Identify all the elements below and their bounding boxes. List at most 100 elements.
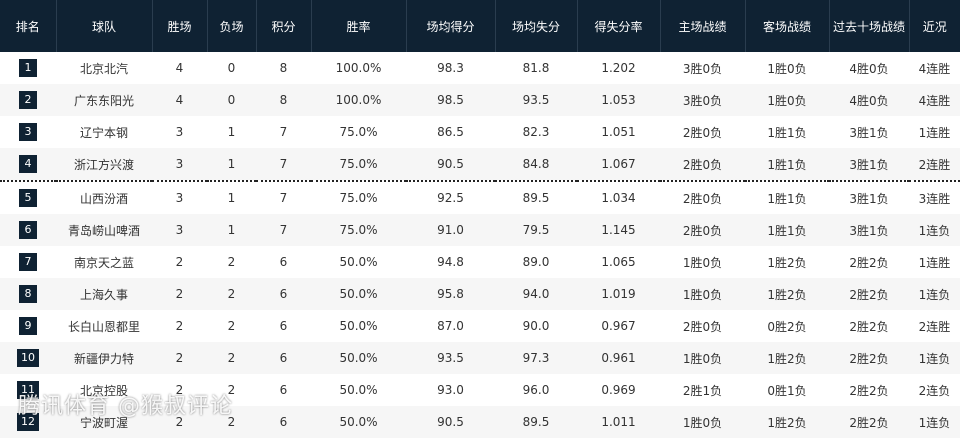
cell-points: 6 xyxy=(279,319,288,333)
cell-streak: 1连负 xyxy=(909,342,960,374)
cell-last-ten-record: 4胜0负 xyxy=(849,61,889,76)
cell-point-ratio: 0.967 xyxy=(601,319,636,333)
cell-home-record: 1胜0负 xyxy=(660,406,745,438)
cell-avg-points-for: 94.8 xyxy=(437,255,464,269)
cell-avg-points-for: 87.0 xyxy=(437,319,464,333)
column-header-points[interactable]: 积分 xyxy=(256,0,312,52)
cell-team[interactable]: 浙江方兴渡 xyxy=(56,148,152,182)
cell-team[interactable]: 山西汾酒 xyxy=(56,181,152,214)
cell-avg-points-for: 95.8 xyxy=(406,278,495,310)
column-header-home-record[interactable]: 主场战绩 xyxy=(660,0,746,52)
cell-points: 7 xyxy=(279,191,288,205)
cell-losses: 0 xyxy=(227,61,236,75)
cell-away-record: 1胜1负 xyxy=(745,214,829,246)
cell-wins: 3 xyxy=(175,191,184,205)
cell-away-record: 0胜1负 xyxy=(767,383,807,398)
cell-home-record: 2胜0负 xyxy=(682,125,723,140)
cell-last-ten-record: 2胜2负 xyxy=(829,342,909,374)
cell-last-ten-record: 2胜2负 xyxy=(849,319,889,334)
cell-wins: 2 xyxy=(152,342,207,374)
cell-team[interactable]: 北京北汽 xyxy=(56,52,152,84)
cell-points: 6 xyxy=(256,406,311,438)
cell-win-pct: 50.0% xyxy=(339,255,378,269)
rank-badge: 2 xyxy=(19,91,37,109)
cell-home-record: 2胜0负 xyxy=(660,214,745,246)
cell-last-ten-record: 2胜2负 xyxy=(829,278,909,310)
cell-avg-points-against: 81.8 xyxy=(522,61,550,75)
cell-win-pct: 50.0% xyxy=(339,319,378,333)
cell-team[interactable]: 上海久事 xyxy=(56,278,152,310)
cell-point-ratio: 1.053 xyxy=(577,84,660,116)
table-row[interactable]: 2 广东东阳光 4 0 8 100.0% 98.5 93.5 1.053 3胜0负 1胜0负 4胜0负… xyxy=(0,84,960,116)
cell-points: 6 xyxy=(279,383,288,397)
column-header-point-ratio[interactable]: 得失分率 xyxy=(577,0,661,52)
table-row[interactable]: 5 山西汾酒 3 1 7 75.0% 92.5 89.5 1.034 2胜0负 1胜1负 3胜1负 3连… xyxy=(0,181,960,214)
cell-team[interactable]: 新疆伊力特 xyxy=(56,342,152,374)
cell-home-record: 1胜0负 xyxy=(660,278,745,310)
cell-away-record: 1胜2负 xyxy=(745,342,829,374)
cell-win-pct: 50.0% xyxy=(311,406,406,438)
cell-streak: 1连负 xyxy=(909,278,960,310)
table-row[interactable]: 7 南京天之蓝 2 2 6 50.0% 94.8 89.0 1.065 1胜0负 1胜2负 2胜2负 1… xyxy=(0,246,960,278)
column-header-win-pct[interactable]: 胜率 xyxy=(311,0,407,52)
table-row[interactable]: 8 上海久事 2 2 6 50.0% 95.8 94.0 1.019 1胜0负 1胜2负 2胜2负 1连… xyxy=(0,278,960,310)
cell-avg-points-against: 89.0 xyxy=(522,255,550,269)
cell-losses: 1 xyxy=(227,125,236,139)
cell-avg-points-against: 90.0 xyxy=(522,319,550,333)
column-header-rank[interactable]: 排名 xyxy=(0,0,57,52)
cell-rank: 3 xyxy=(0,116,56,148)
cell-streak: 1连胜 xyxy=(918,125,951,140)
column-header-avg-points-against[interactable]: 场均失分 xyxy=(495,0,578,52)
cell-team[interactable]: 南京天之蓝 xyxy=(56,246,152,278)
table-row[interactable]: 1 北京北汽 4 0 8 100.0% 98.3 81.8 1.202 3胜0负 1胜0负 4胜0负 4… xyxy=(0,52,960,84)
table-row[interactable]: 3 辽宁本钢 3 1 7 75.0% 86.5 82.3 1.051 2胜0负 1胜1负 3胜1负 1连… xyxy=(0,116,960,148)
column-header-losses[interactable]: 负场 xyxy=(207,0,257,52)
cell-rank: 10 xyxy=(0,342,56,374)
cell-team[interactable]: 长白山恩都里 xyxy=(56,310,152,342)
cell-wins: 4 xyxy=(152,84,207,116)
rank-badge: 8 xyxy=(19,285,37,303)
cell-streak: 4连胜 xyxy=(918,61,951,76)
cell-rank: 7 xyxy=(0,246,56,278)
cell-team[interactable]: 辽宁本钢 xyxy=(56,116,152,148)
cell-home-record: 2胜1负 xyxy=(682,383,723,398)
cell-away-record: 1胜1负 xyxy=(745,148,829,182)
cell-away-record: 1胜0负 xyxy=(745,84,829,116)
cell-home-record: 3胜0负 xyxy=(660,84,745,116)
table-body: 1 北京北汽 4 0 8 100.0% 98.3 81.8 1.202 3胜0负 1胜0负 4胜0负 4… xyxy=(0,52,960,438)
cell-home-record: 2胜0负 xyxy=(682,319,723,334)
cell-losses: 2 xyxy=(227,319,236,333)
cell-home-record: 3胜0负 xyxy=(682,61,723,76)
cell-rank: 5 xyxy=(0,181,56,214)
cell-streak: 1连负 xyxy=(909,406,960,438)
cell-team[interactable]: 青岛崂山啤酒 xyxy=(56,214,152,246)
cell-avg-points-against: 97.3 xyxy=(495,342,577,374)
cell-rank: 9 xyxy=(0,310,56,342)
cell-avg-points-for: 98.5 xyxy=(406,84,495,116)
cell-point-ratio: 1.019 xyxy=(577,278,660,310)
cell-point-ratio: 1.011 xyxy=(577,406,660,438)
cell-away-record: 1胜2负 xyxy=(745,278,829,310)
column-header-last-ten-record[interactable]: 过去十场战绩 xyxy=(829,0,910,52)
cell-point-ratio: 0.969 xyxy=(601,383,636,397)
table-row[interactable]: 4 浙江方兴渡 3 1 7 75.0% 90.5 84.8 1.067 2胜0负 1胜1负 3胜1负 2… xyxy=(0,148,960,182)
cell-team[interactable]: 广东东阳光 xyxy=(56,84,152,116)
cell-wins: 2 xyxy=(175,255,184,269)
cell-streak: 2连负 xyxy=(918,383,951,398)
column-header-streak[interactable]: 近况 xyxy=(909,0,960,52)
rank-badge: 7 xyxy=(19,253,37,271)
cell-last-ten-record: 3胜1负 xyxy=(849,191,889,206)
table-row[interactable]: 6 青岛崂山啤酒 3 1 7 75.0% 91.0 79.5 1.145 2胜0负 1胜1负 3胜1负… xyxy=(0,214,960,246)
column-header-team[interactable]: 球队 xyxy=(56,0,153,52)
column-header-wins[interactable]: 胜场 xyxy=(152,0,208,52)
table-header: 排名 球队 胜场 负场 积分 胜率 场均得分 场均失分 得失分率 主场战绩 客场战绩 过去十场战绩 近况 xyxy=(0,0,960,52)
table-row[interactable]: 10 新疆伊力特 2 2 6 50.0% 93.5 97.3 0.961 1胜0负 1胜2负 2胜2负… xyxy=(0,342,960,374)
cell-streak: 1连负 xyxy=(909,214,960,246)
column-header-away-record[interactable]: 客场战绩 xyxy=(745,0,830,52)
rank-badge: 5 xyxy=(19,189,37,207)
cell-streak: 3连胜 xyxy=(918,191,951,206)
column-header-avg-points-for[interactable]: 场均得分 xyxy=(406,0,496,52)
table-row[interactable]: 9 长白山恩都里 2 2 6 50.0% 87.0 90.0 0.967 2胜0负 0胜2负 2胜2负… xyxy=(0,310,960,342)
cell-away-record: 1胜2负 xyxy=(745,406,829,438)
cell-losses: 1 xyxy=(227,191,236,205)
